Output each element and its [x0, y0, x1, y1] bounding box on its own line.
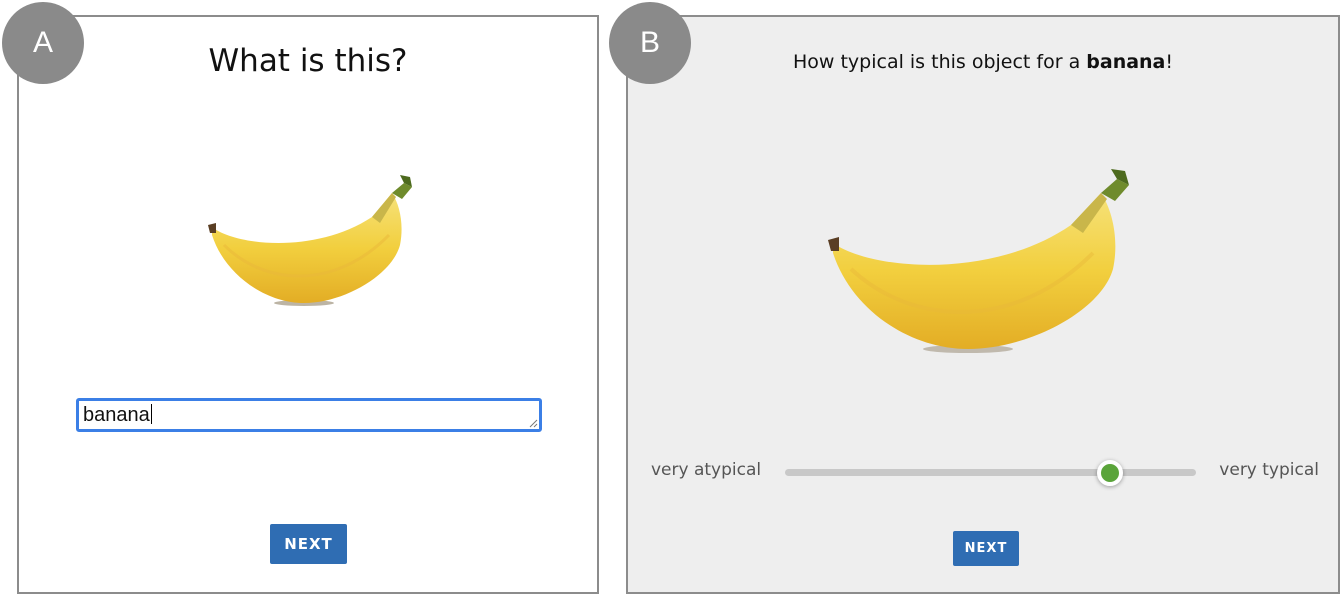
title-suffix: !: [1165, 51, 1174, 73]
banana-image: [828, 169, 1129, 353]
scale-min-label: very atypical: [651, 460, 762, 480]
typicality-question-title: How typical is this object for a banana!: [628, 51, 1338, 73]
title-prefix: How typical is this object for a: [792, 51, 1087, 73]
next-button[interactable]: NEXT: [953, 531, 1019, 566]
naming-question-title: What is this?: [208, 43, 408, 79]
panel-badge-a: A: [2, 2, 84, 84]
answer-text-input[interactable]: banana: [76, 398, 542, 432]
panel-b-typicality-task: How typical is this object for a banana!…: [626, 15, 1340, 594]
resize-handle-icon[interactable]: [528, 418, 538, 428]
scale-max-label: very typical: [1219, 460, 1319, 480]
panel-a-naming-task: What is this? banana NEXT: [17, 15, 599, 594]
panel-badge-b: B: [609, 2, 691, 84]
text-cursor: [150, 404, 152, 424]
answer-text-value: banana: [83, 404, 150, 426]
next-button[interactable]: NEXT: [270, 524, 347, 564]
banana-image: [208, 175, 412, 306]
typicality-slider-thumb[interactable]: [1096, 460, 1123, 486]
title-target-word: banana: [1086, 51, 1166, 73]
typicality-slider-track[interactable]: [785, 469, 1196, 476]
